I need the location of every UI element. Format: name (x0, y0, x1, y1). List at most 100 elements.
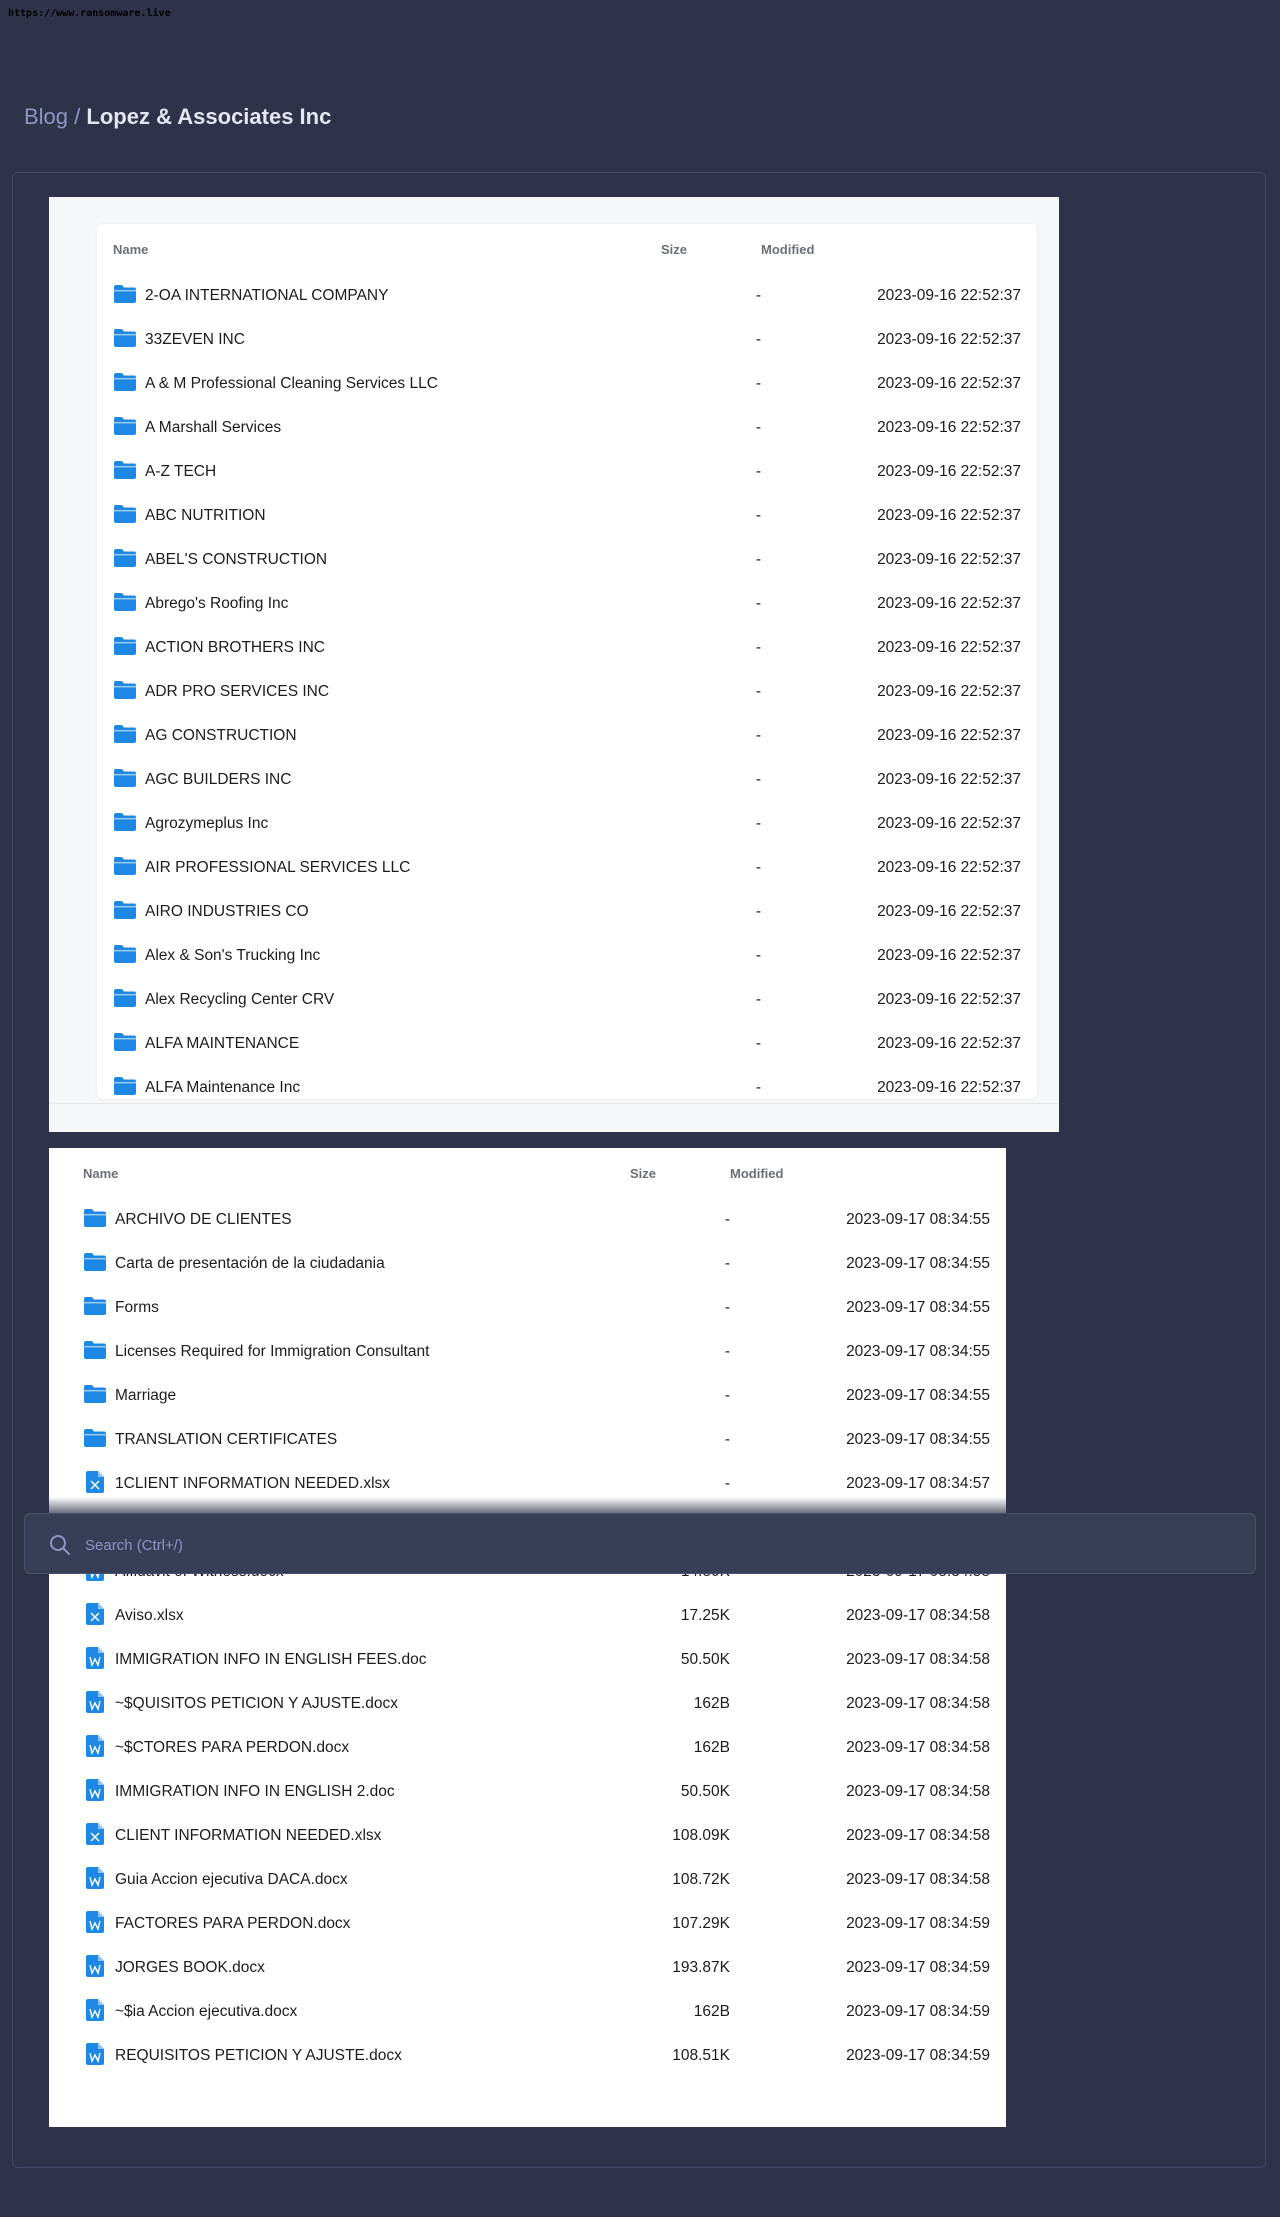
file-name[interactable]: AIRO INDUSTRIES CO (145, 903, 309, 921)
file-name-cell[interactable]: ADR PRO SERVICES INC (97, 670, 661, 714)
file-name[interactable]: IMMIGRATION INFO IN ENGLISH FEES.doc (115, 1651, 426, 1669)
table-row[interactable]: TRANSLATION CERTIFICATES - 2023-09-17 08:3… (67, 1418, 1006, 1462)
file-name-cell[interactable]: ACTION BROTHERS INC (97, 626, 661, 670)
table-row[interactable]: ACTION BROTHERS INC - 2023-09-16 22:52:37 (97, 626, 1037, 670)
file-name-cell[interactable]: ARCHIVO DE CLIENTES (67, 1198, 630, 1242)
file-name[interactable]: A Marshall Services (145, 419, 281, 437)
file-name[interactable]: Guia Accion ejecutiva DACA.docx (115, 1871, 348, 1889)
table-row[interactable]: Marriage - 2023-09-17 08:34:55 (67, 1374, 1006, 1418)
file-name-cell[interactable]: AGC BUILDERS INC (97, 758, 661, 802)
table-row[interactable]: REQUISITOS PETICION Y AJUSTE.docx 108.51K… (67, 2034, 1006, 2078)
table-row[interactable]: A & M Professional Cleaning Services LLC… (97, 362, 1037, 406)
file-name[interactable]: Agrozymeplus Inc (145, 815, 268, 833)
file-name[interactable]: Alex & Son's Trucking Inc (145, 947, 320, 965)
file-name-cell[interactable]: 2-OA INTERNATIONAL COMPANY (97, 274, 661, 318)
file-name[interactable]: Carta de presentación de la ciudadania (115, 1255, 385, 1273)
file-name[interactable]: Licenses Required for Immigration Consul… (115, 1343, 429, 1361)
file-name-cell[interactable]: 33ZEVEN INC (97, 318, 661, 362)
file-name-cell[interactable]: IMMIGRATION INFO IN ENGLISH FEES.doc (67, 1638, 630, 1682)
column-name-header[interactable]: Name (67, 1148, 630, 1198)
file-name[interactable]: Forms (115, 1299, 159, 1317)
file-name[interactable]: ALFA MAINTENANCE (145, 1035, 299, 1053)
table-row[interactable]: AG CONSTRUCTION - 2023-09-16 22:52:37 (97, 714, 1037, 758)
file-name[interactable]: Aviso.xlsx (115, 1607, 184, 1625)
file-name-cell[interactable]: Forms (67, 1286, 630, 1330)
file-name[interactable]: 33ZEVEN INC (145, 331, 245, 349)
file-name-cell[interactable]: Alex Recycling Center CRV (97, 978, 661, 1022)
file-name-cell[interactable]: ABC NUTRITION (97, 494, 661, 538)
table-row[interactable]: ~$ia Accion ejecutiva.docx 162B 2023-09-17… (67, 1990, 1006, 2034)
table-row[interactable]: 33ZEVEN INC - 2023-09-16 22:52:37 (97, 318, 1037, 362)
file-name[interactable]: A-Z TECH (145, 463, 216, 481)
table-row[interactable]: ALFA MAINTENANCE - 2023-09-16 22:52:37 (97, 1022, 1037, 1066)
file-name[interactable]: 1CLIENT INFORMATION NEEDED.xlsx (115, 1475, 390, 1493)
file-name-cell[interactable]: Agrozymeplus Inc (97, 802, 661, 846)
table-row[interactable]: IMMIGRATION INFO IN ENGLISH FEES.doc 50.5… (67, 1638, 1006, 1682)
file-name[interactable]: TRANSLATION CERTIFICATES (115, 1431, 337, 1449)
file-name[interactable]: ~$ia Accion ejecutiva.docx (115, 2003, 297, 2021)
table-row[interactable]: 2-OA INTERNATIONAL COMPANY - 2023-09-16 22… (97, 274, 1037, 318)
file-name[interactable]: ~$CTORES PARA PERDON.docx (115, 1739, 349, 1757)
table-row[interactable]: ~$QUISITOS PETICION Y AJUSTE.docx 162B 202… (67, 1682, 1006, 1726)
table-row[interactable]: ABEL'S CONSTRUCTION - 2023-09-16 22:52:37 (97, 538, 1037, 582)
file-name[interactable]: A & M Professional Cleaning Services LLC (145, 375, 438, 393)
table-row[interactable]: ADR PRO SERVICES INC - 2023-09-16 22:52:37 (97, 670, 1037, 714)
file-name[interactable]: Abrego's Roofing Inc (145, 595, 288, 613)
file-name[interactable]: AIR PROFESSIONAL SERVICES LLC (145, 859, 410, 877)
table-row[interactable]: Guia Accion ejecutiva DACA.docx 108.72K 20… (67, 1858, 1006, 1902)
file-name-cell[interactable]: ~$QUISITOS PETICION Y AJUSTE.docx (67, 1682, 630, 1726)
file-name-cell[interactable]: A-Z TECH (97, 450, 661, 494)
file-name-cell[interactable]: Marriage (67, 1374, 630, 1418)
column-modified-header[interactable]: Modified (761, 224, 1037, 274)
file-name[interactable]: FACTORES PARA PERDON.docx (115, 1915, 350, 1933)
breadcrumb-blog-link[interactable]: Blog (24, 104, 68, 129)
file-name-cell[interactable]: Licenses Required for Immigration Consul… (67, 1330, 630, 1374)
file-name[interactable]: AG CONSTRUCTION (145, 727, 297, 745)
search-input[interactable] (83, 1530, 687, 1560)
file-name-cell[interactable]: TRANSLATION CERTIFICATES (67, 1418, 630, 1462)
file-name-cell[interactable]: ~$ia Accion ejecutiva.docx (67, 1990, 630, 2034)
file-name[interactable]: AGC BUILDERS INC (145, 771, 291, 789)
file-name[interactable]: ABEL'S CONSTRUCTION (145, 551, 327, 569)
file-name-cell[interactable]: AIRO INDUSTRIES CO (97, 890, 661, 934)
table-row[interactable]: CLIENT INFORMATION NEEDED.xlsx 108.09K 202… (67, 1814, 1006, 1858)
file-name-cell[interactable]: ~$CTORES PARA PERDON.docx (67, 1726, 630, 1770)
file-name-cell[interactable]: A & M Professional Cleaning Services LLC (97, 362, 661, 406)
file-name-cell[interactable]: Carta de presentación de la ciudadania (67, 1242, 630, 1286)
table-row[interactable]: Alex & Son's Trucking Inc - 2023-09-16 22:… (97, 934, 1037, 978)
table-row[interactable]: Licenses Required for Immigration Consul… (67, 1330, 1006, 1374)
file-name-cell[interactable]: FACTORES PARA PERDON.docx (67, 1902, 630, 1946)
column-size-header[interactable]: Size (630, 1148, 730, 1198)
file-name-cell[interactable]: Alex & Son's Trucking Inc (97, 934, 661, 978)
file-name-cell[interactable]: Abrego's Roofing Inc (97, 582, 661, 626)
table-row[interactable]: JORGES BOOK.docx 193.87K 2023-09-17 08:34:… (67, 1946, 1006, 1990)
file-name[interactable]: REQUISITOS PETICION Y AJUSTE.docx (115, 2047, 402, 2065)
file-name[interactable]: ADR PRO SERVICES INC (145, 683, 329, 701)
file-name-cell[interactable]: JORGES BOOK.docx (67, 1946, 630, 1990)
file-name[interactable]: JORGES BOOK.docx (115, 1959, 265, 1977)
file-name[interactable]: Alex Recycling Center CRV (145, 991, 334, 1009)
table-row[interactable]: Carta de presentación de la ciudadania - 2… (67, 1242, 1006, 1286)
column-size-header[interactable]: Size (661, 224, 761, 274)
table-row[interactable]: Alex Recycling Center CRV - 2023-09-16 22:… (97, 978, 1037, 1022)
table-row[interactable]: AGC BUILDERS INC - 2023-09-16 22:52:37 (97, 758, 1037, 802)
table-row[interactable]: IMMIGRATION INFO IN ENGLISH 2.doc 50.50K 2… (67, 1770, 1006, 1814)
table-row[interactable]: Agrozymeplus Inc - 2023-09-16 22:52:37 (97, 802, 1037, 846)
file-name-cell[interactable]: AG CONSTRUCTION (97, 714, 661, 758)
file-name[interactable]: IMMIGRATION INFO IN ENGLISH 2.doc (115, 1783, 395, 1801)
table-row[interactable]: Forms - 2023-09-17 08:34:55 (67, 1286, 1006, 1330)
file-name-cell[interactable]: Guia Accion ejecutiva DACA.docx (67, 1858, 630, 1902)
table-row[interactable]: ALFA Maintenance Inc - 2023-09-16 22:52:37 (97, 1066, 1037, 1099)
table-row[interactable]: ABC NUTRITION - 2023-09-16 22:52:37 (97, 494, 1037, 538)
table-row[interactable]: FACTORES PARA PERDON.docx 107.29K 2023-09-… (67, 1902, 1006, 1946)
file-name[interactable]: CLIENT INFORMATION NEEDED.xlsx (115, 1827, 381, 1845)
table-row[interactable]: ~$CTORES PARA PERDON.docx 162B 2023-09-17 … (67, 1726, 1006, 1770)
column-modified-header[interactable]: Modified (730, 1148, 1006, 1198)
table-row[interactable]: Abrego's Roofing Inc - 2023-09-16 22:52:37 (97, 582, 1037, 626)
table-row[interactable]: A-Z TECH - 2023-09-16 22:52:37 (97, 450, 1037, 494)
table-row[interactable]: Aviso.xlsx 17.25K 2023-09-17 08:34:58 (67, 1594, 1006, 1638)
table-row[interactable]: AIRO INDUSTRIES CO - 2023-09-16 22:52:37 (97, 890, 1037, 934)
file-name-cell[interactable]: ALFA MAINTENANCE (97, 1022, 661, 1066)
file-name-cell[interactable]: ABEL'S CONSTRUCTION (97, 538, 661, 582)
file-name-cell[interactable]: CLIENT INFORMATION NEEDED.xlsx (67, 1814, 630, 1858)
